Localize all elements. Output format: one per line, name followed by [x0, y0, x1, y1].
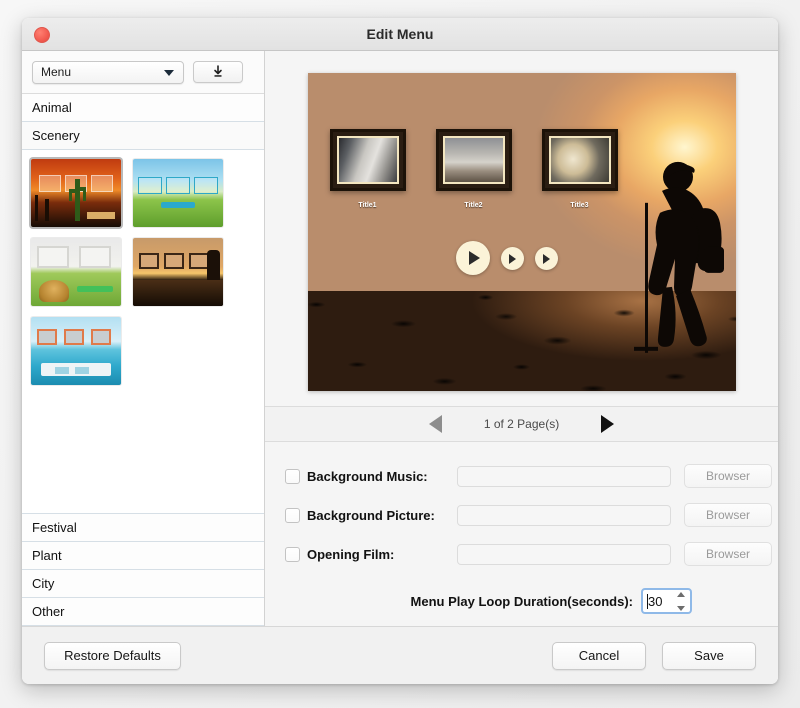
duration-label: Menu Play Loop Duration(seconds):	[410, 593, 633, 609]
opening-film-label: Opening Film:	[307, 546, 395, 562]
sidebar-category-animal[interactable]: Animal	[22, 94, 264, 122]
sidebar-category-label: Plant	[32, 548, 62, 563]
background-picture-label: Background Picture:	[307, 507, 435, 523]
cancel-button[interactable]: Cancel	[552, 641, 646, 670]
duration-stepper-arrows[interactable]	[674, 592, 687, 611]
template-sidebar: Menu Animal Scenery Festival Plant City …	[22, 51, 265, 626]
background-music-browse-button[interactable]: Browser	[684, 464, 772, 488]
sidebar-bottom-categories: Festival Plant City Other	[22, 514, 264, 626]
window-titlebar: Edit Menu	[22, 18, 778, 51]
preview-title-2[interactable]: Title2	[436, 202, 512, 209]
save-button[interactable]: Save	[662, 641, 756, 670]
sidebar-category-label: Festival	[32, 520, 77, 535]
chevron-down-icon	[164, 69, 174, 76]
edit-menu-window: Edit Menu Menu Animal Scenery Festival P…	[22, 18, 778, 684]
sidebar-category-label: Scenery	[32, 128, 80, 143]
option-background-music: Background Music: Browser	[285, 464, 772, 488]
play-small-icon	[508, 253, 516, 264]
sidebar-category-city[interactable]: City	[22, 570, 264, 598]
background-picture-input[interactable]	[457, 504, 671, 526]
download-template-button[interactable]	[193, 61, 243, 83]
template-thumbnail-green-field[interactable]	[133, 159, 223, 227]
sidebar-category-label: City	[32, 576, 55, 591]
window-body: Menu Animal Scenery Festival Plant City …	[22, 51, 778, 626]
page-indicator: 1 of 2 Page(s)	[483, 417, 560, 431]
sidebar-category-scenery[interactable]: Scenery	[22, 122, 264, 150]
opening-film-checkbox[interactable]	[285, 546, 300, 562]
menu-preview[interactable]: Title1 Title2 Title3	[307, 73, 736, 391]
template-thumbnail-photographer-sunset[interactable]	[133, 238, 223, 306]
dialog-footer: Restore Defaults Cancel Save	[22, 626, 778, 684]
background-music-label: Background Music:	[307, 468, 428, 484]
menu-editor-panel: Title1 Title2 Title3 1 of 2 Page(s) Back…	[265, 51, 778, 626]
template-type-value: Menu	[41, 64, 72, 79]
template-thumbnail-hay-bale[interactable]	[31, 238, 121, 306]
duration-value: 30	[648, 593, 663, 609]
template-thumbnail-grid	[22, 150, 264, 514]
template-thumbnail-beach-sea[interactable]	[31, 317, 121, 385]
preview-play-button[interactable]	[455, 241, 490, 275]
duration-setting: Menu Play Loop Duration(seconds): 30	[285, 588, 754, 614]
background-picture-checkbox[interactable]	[285, 507, 300, 523]
menu-options: Background Music: Browser Background Pic…	[265, 442, 778, 626]
sidebar-toolbar: Menu	[22, 51, 264, 94]
download-icon	[214, 65, 222, 77]
sidebar-category-other[interactable]: Other	[22, 598, 264, 626]
preview-title-1[interactable]: Title1	[330, 202, 406, 209]
preview-next-button[interactable]	[534, 247, 558, 270]
prev-page-button[interactable]	[428, 415, 442, 433]
preview-title-3[interactable]: Title3	[542, 202, 618, 209]
play-icon	[468, 251, 480, 265]
background-music-input[interactable]	[457, 465, 671, 487]
opening-film-input[interactable]	[457, 543, 671, 565]
template-type-dropdown[interactable]: Menu	[32, 60, 184, 84]
background-picture-browse-button[interactable]: Browser	[684, 503, 772, 527]
preview-frame-3[interactable]	[541, 129, 618, 191]
page-navigation: 1 of 2 Page(s)	[265, 406, 778, 442]
background-music-checkbox[interactable]	[285, 468, 300, 484]
sidebar-category-label: Other	[32, 604, 65, 619]
sidebar-category-festival[interactable]: Festival	[22, 514, 264, 542]
opening-film-browse-button[interactable]: Browser	[684, 542, 772, 566]
preview-play-all-button[interactable]	[500, 247, 524, 270]
template-thumbnail-cactus-sunset[interactable]	[31, 159, 121, 227]
chevron-down-icon[interactable]	[676, 606, 685, 611]
window-title: Edit Menu	[366, 26, 434, 42]
desktop-background: Edit Menu Menu Animal Scenery Festival P…	[0, 0, 800, 708]
sidebar-category-label: Animal	[32, 100, 72, 115]
preview-frame-2[interactable]	[435, 129, 512, 191]
play-small-icon	[542, 253, 550, 264]
preview-frame-1[interactable]	[329, 129, 406, 191]
chevron-up-icon[interactable]	[676, 592, 685, 597]
photographer-silhouette	[633, 162, 724, 354]
restore-defaults-button[interactable]: Restore Defaults	[44, 641, 181, 670]
duration-stepper[interactable]: 30	[641, 588, 692, 614]
next-page-button[interactable]	[601, 415, 615, 433]
sidebar-category-plant[interactable]: Plant	[22, 542, 264, 570]
option-opening-film: Opening Film: Browser	[285, 542, 772, 566]
menu-preview-container: Title1 Title2 Title3	[265, 51, 778, 406]
option-background-picture: Background Picture: Browser	[285, 503, 772, 527]
